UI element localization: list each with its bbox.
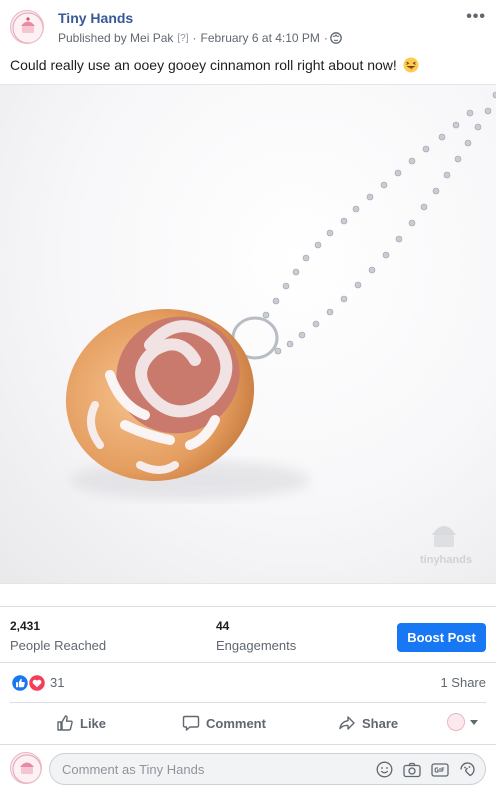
post-text: Could really use an ooey gooey cinnamon … <box>10 57 397 73</box>
post-insights: 2,431 People Reached 44 Engagements Boos… <box>0 606 496 660</box>
page-name-link[interactable]: Tiny Hands <box>58 10 133 26</box>
separator: · <box>323 31 328 45</box>
globe-icon[interactable] <box>330 32 342 44</box>
post-meta: Published by Mei Pak [?] · February 6 at… <box>58 31 342 45</box>
ball-chain <box>262 91 496 355</box>
comment-placeholder: Comment as Tiny Hands <box>62 761 205 777</box>
separator: · <box>192 31 197 45</box>
post-message: Could really use an ooey gooey cinnamon … <box>10 57 419 73</box>
act-as-selector[interactable] <box>447 713 478 731</box>
share-button[interactable]: Share <box>338 703 398 743</box>
people-reached-label[interactable]: People Reached <box>10 638 106 653</box>
engagements-value: 44 <box>216 619 230 633</box>
page-avatar[interactable] <box>10 10 44 44</box>
comment-composer: Comment as Tiny Hands <box>0 744 496 796</box>
people-reached-value: 2,431 <box>10 619 41 633</box>
boost-post-button[interactable]: Boost Post <box>397 623 486 652</box>
comment-label: Comment <box>206 715 266 731</box>
comment-tools <box>376 761 476 778</box>
comment-icon <box>182 715 200 731</box>
page-avatar-small <box>447 713 465 731</box>
timestamp-link[interactable]: February 6 at 4:10 PM <box>201 31 320 45</box>
svg-text:tinyhands: tinyhands <box>420 554 472 566</box>
more-options-icon[interactable]: ••• <box>466 8 486 26</box>
like-label: Like <box>80 715 107 731</box>
share-count[interactable]: 1 Share <box>440 675 486 690</box>
share-arrow-icon <box>339 716 355 730</box>
engagements-label[interactable]: Engagements <box>216 638 296 653</box>
camera-icon[interactable] <box>403 762 421 778</box>
emoji-icon[interactable] <box>376 761 393 778</box>
tinyhands-watermark: tinyhands <box>420 526 472 566</box>
published-by-link[interactable]: Published by Mei Pak <box>58 31 173 45</box>
like-reaction-icon <box>10 673 30 693</box>
like-button[interactable]: Like <box>56 703 106 743</box>
help-marker[interactable]: [?] <box>177 33 188 44</box>
love-reaction-icon <box>27 673 47 693</box>
commenter-avatar <box>10 752 42 784</box>
gif-icon[interactable] <box>431 762 449 778</box>
reactions-bar: 31 1 Share <box>0 662 496 702</box>
post-photo[interactable]: tinyhands <box>0 84 496 584</box>
reaction-count[interactable]: 31 <box>50 675 64 690</box>
share-label: Share <box>362 715 399 731</box>
thumbs-up-icon <box>57 715 73 731</box>
sticker-icon[interactable] <box>459 761 476 778</box>
grinning-squinting-tongue-emoji <box>403 57 419 73</box>
post-header: Tiny Hands Published by Mei Pak [?] · Fe… <box>0 0 496 52</box>
reaction-icons[interactable] <box>10 673 48 693</box>
chevron-down-icon <box>470 719 478 725</box>
comment-button[interactable]: Comment <box>182 703 266 743</box>
action-bar: Like Comment Share <box>10 702 486 742</box>
